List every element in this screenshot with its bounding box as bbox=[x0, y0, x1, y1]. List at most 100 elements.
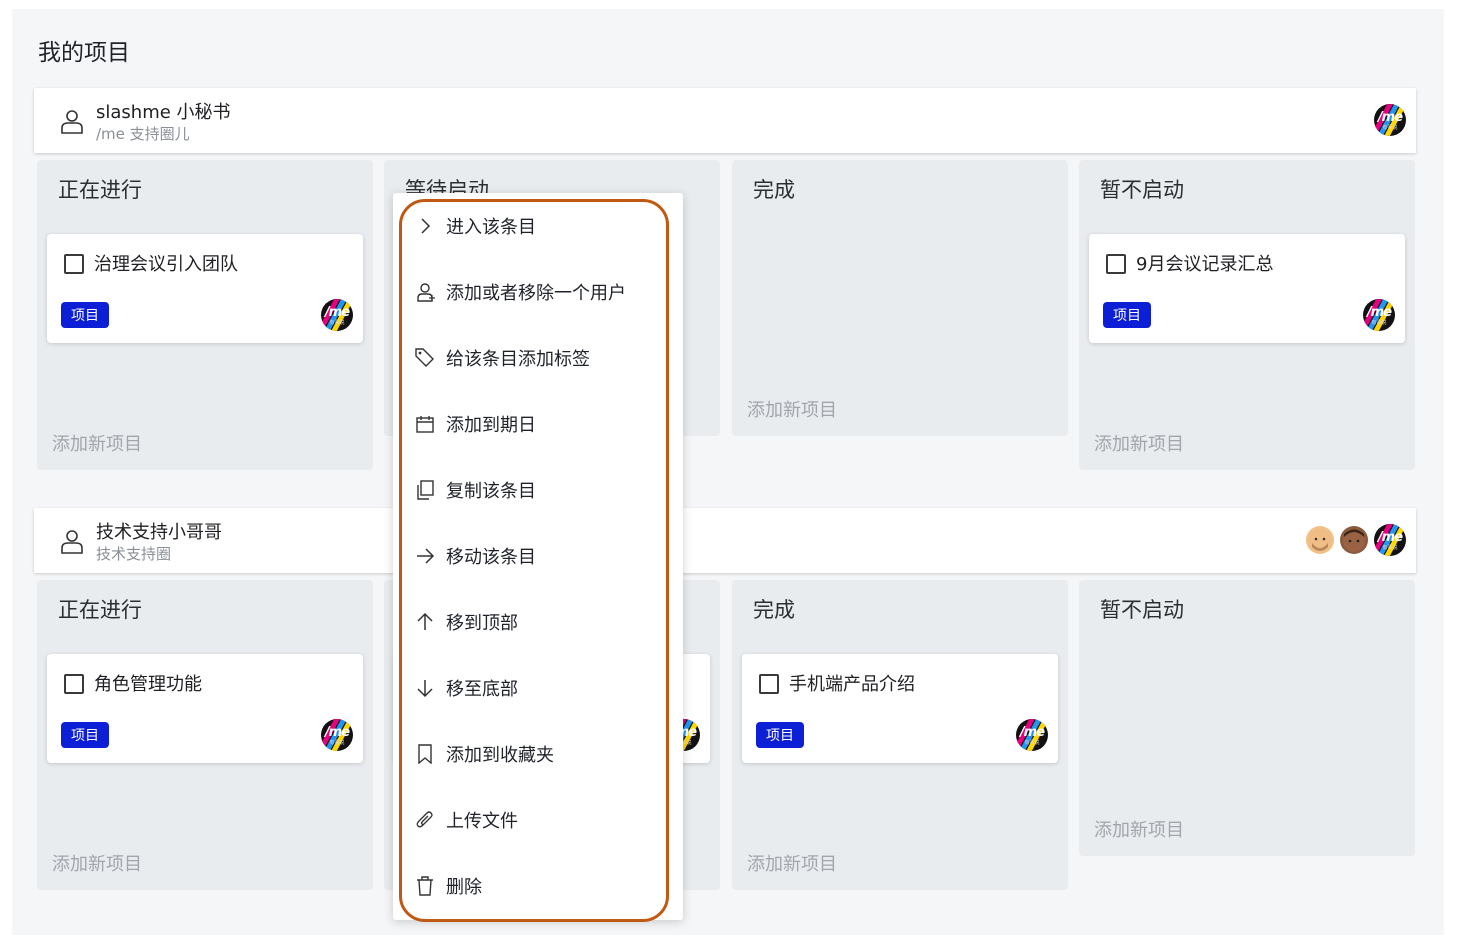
menu-item-label: 给该条目添加标签 bbox=[446, 349, 590, 370]
avatar-caption: 有事说 bbox=[1371, 320, 1387, 326]
group-header[interactable]: slashme 小秘书 /me 支持圈儿 /me 有事说 bbox=[34, 88, 1416, 153]
avatar-text: /me bbox=[1019, 725, 1045, 740]
group-name: slashme 小秘书 bbox=[96, 102, 231, 123]
add-new-item[interactable]: 添加新项目 bbox=[52, 850, 142, 876]
column-title: 暂不启动 bbox=[1100, 178, 1184, 202]
menu-item-manage-users[interactable]: 添加或者移除一个用户 bbox=[393, 267, 683, 317]
project-tag[interactable]: 项目 bbox=[1103, 302, 1151, 328]
avatar-text: /me bbox=[324, 725, 350, 740]
menu-item-upload[interactable]: 上传文件 bbox=[393, 795, 683, 845]
menu-item-open[interactable]: 进入该条目 bbox=[393, 201, 683, 251]
member-avatars: /me 有事说 bbox=[1374, 104, 1406, 136]
card-title: 9月会议记录汇总 bbox=[1136, 254, 1274, 275]
member-avatars: /me 有事说 bbox=[1306, 524, 1406, 556]
menu-item-label: 移到顶部 bbox=[446, 613, 518, 634]
person-icon bbox=[1343, 529, 1365, 552]
column-title: 完成 bbox=[753, 178, 795, 202]
column-title: 正在进行 bbox=[58, 178, 142, 202]
avatar-text: /me bbox=[324, 305, 350, 320]
checkbox[interactable] bbox=[64, 674, 84, 694]
checkbox[interactable] bbox=[759, 674, 779, 694]
arrow-right-icon bbox=[417, 548, 435, 564]
arrow-down-icon bbox=[417, 680, 433, 698]
menu-item-copy[interactable]: 复制该条目 bbox=[393, 465, 683, 515]
tag-icon bbox=[415, 348, 434, 367]
avatar-text: /me bbox=[1377, 530, 1403, 545]
avatar[interactable]: /me 有事说 bbox=[321, 299, 353, 331]
menu-item-bookmark[interactable]: 添加到收藏夹 bbox=[393, 729, 683, 779]
avatar-text: /me bbox=[1377, 110, 1403, 125]
column-done: 完成 手机端产品介绍 项目 /me 有事说 添加新项目 bbox=[732, 580, 1068, 890]
page-title: 我的项目 bbox=[38, 40, 130, 66]
avatar-text: /me bbox=[1366, 305, 1392, 320]
avatar[interactable]: /me 有事说 bbox=[1374, 524, 1406, 556]
column-title: 完成 bbox=[753, 598, 795, 622]
menu-item-add-tag[interactable]: 给该条目添加标签 bbox=[393, 333, 683, 383]
arrow-up-icon bbox=[417, 612, 433, 630]
menu-item-label: 进入该条目 bbox=[446, 217, 536, 238]
column-in-progress: 正在进行 角色管理功能 项目 /me 有事说 添加新项目 bbox=[37, 580, 373, 890]
task-card[interactable]: 角色管理功能 项目 /me 有事说 bbox=[47, 654, 363, 763]
avatar-caption: 有事说 bbox=[1382, 545, 1398, 551]
task-card[interactable]: 9月会议记录汇总 项目 /me 有事说 bbox=[1089, 234, 1405, 343]
bookmark-icon bbox=[418, 744, 432, 764]
menu-item-label: 复制该条目 bbox=[446, 481, 536, 502]
add-new-item[interactable]: 添加新项目 bbox=[747, 396, 837, 422]
avatar[interactable]: /me 有事说 bbox=[1363, 299, 1395, 331]
group-subtitle: 技术支持圈 bbox=[96, 545, 172, 563]
menu-item-label: 移动该条目 bbox=[446, 547, 536, 568]
menu-item-move-bottom[interactable]: 移至底部 bbox=[393, 663, 683, 713]
group-subtitle: /me 支持圈儿 bbox=[96, 125, 190, 143]
menu-item-label: 添加到收藏夹 bbox=[446, 745, 554, 766]
column-paused: 暂不启动 9月会议记录汇总 项目 /me 有事说 添加新项目 bbox=[1079, 160, 1415, 470]
add-new-item[interactable]: 添加新项目 bbox=[1094, 816, 1184, 842]
avatar-caption: 有事说 bbox=[329, 740, 345, 746]
project-tag[interactable]: 项目 bbox=[61, 722, 109, 748]
column-paused: 暂不启动 添加新项目 bbox=[1079, 580, 1415, 856]
add-new-item[interactable]: 添加新项目 bbox=[52, 430, 142, 456]
menu-item-move-top[interactable]: 移到顶部 bbox=[393, 597, 683, 647]
column-title: 暂不启动 bbox=[1100, 598, 1184, 622]
context-menu: 进入该条目 添加或者移除一个用户 给该条目添加标签 添加到期日 复制该条目 移动… bbox=[393, 193, 683, 920]
menu-item-label: 删除 bbox=[446, 877, 482, 898]
calendar-icon bbox=[416, 416, 434, 433]
checkbox[interactable] bbox=[64, 254, 84, 274]
user-icon bbox=[61, 110, 83, 134]
avatar-caption: 有事说 bbox=[1024, 740, 1040, 746]
trash-icon bbox=[417, 876, 433, 896]
group-header[interactable]: 技术支持小哥哥 技术支持圈 /me 有事说 bbox=[34, 508, 1416, 573]
card-title: 角色管理功能 bbox=[94, 674, 202, 695]
avatar[interactable]: /me 有事说 bbox=[1374, 104, 1406, 136]
page-background: 我的项目 slashme 小秘书 /me 支持圈儿 /me 有事说 正在进行 治… bbox=[12, 9, 1444, 935]
project-tag[interactable]: 项目 bbox=[61, 302, 109, 328]
user-add-icon bbox=[417, 283, 435, 302]
avatar[interactable]: /me 有事说 bbox=[1016, 719, 1048, 751]
add-new-item[interactable]: 添加新项目 bbox=[1094, 430, 1184, 456]
card-title: 手机端产品介绍 bbox=[789, 674, 915, 695]
avatar-caption: 有事说 bbox=[329, 320, 345, 326]
column-done: 完成 添加新项目 bbox=[732, 160, 1068, 436]
paperclip-icon bbox=[416, 811, 433, 828]
avatar-caption: 有事说 bbox=[1382, 125, 1398, 131]
task-card[interactable]: 手机端产品介绍 项目 /me 有事说 bbox=[742, 654, 1058, 763]
card-title: 治理会议引入团队 bbox=[94, 254, 238, 275]
avatar[interactable] bbox=[1340, 526, 1368, 554]
menu-item-label: 上传文件 bbox=[446, 811, 518, 832]
add-new-item[interactable]: 添加新项目 bbox=[747, 850, 837, 876]
menu-item-label: 移至底部 bbox=[446, 679, 518, 700]
avatar[interactable]: /me 有事说 bbox=[321, 719, 353, 751]
task-card[interactable]: 治理会议引入团队 项目 /me 有事说 bbox=[47, 234, 363, 343]
menu-item-label: 添加到期日 bbox=[446, 415, 536, 436]
chevron-right-icon bbox=[421, 218, 431, 234]
column-title: 正在进行 bbox=[58, 598, 142, 622]
bald-person-icon bbox=[1308, 528, 1332, 552]
checkbox[interactable] bbox=[1106, 254, 1126, 274]
menu-item-due-date[interactable]: 添加到期日 bbox=[393, 399, 683, 449]
avatar[interactable] bbox=[1306, 526, 1334, 554]
menu-item-move[interactable]: 移动该条目 bbox=[393, 531, 683, 581]
column-in-progress: 正在进行 治理会议引入团队 项目 /me 有事说 添加新项目 bbox=[37, 160, 373, 470]
menu-item-delete[interactable]: 删除 bbox=[393, 861, 683, 911]
group-name: 技术支持小哥哥 bbox=[96, 522, 222, 543]
menu-item-label: 添加或者移除一个用户 bbox=[446, 283, 626, 304]
project-tag[interactable]: 项目 bbox=[756, 722, 804, 748]
